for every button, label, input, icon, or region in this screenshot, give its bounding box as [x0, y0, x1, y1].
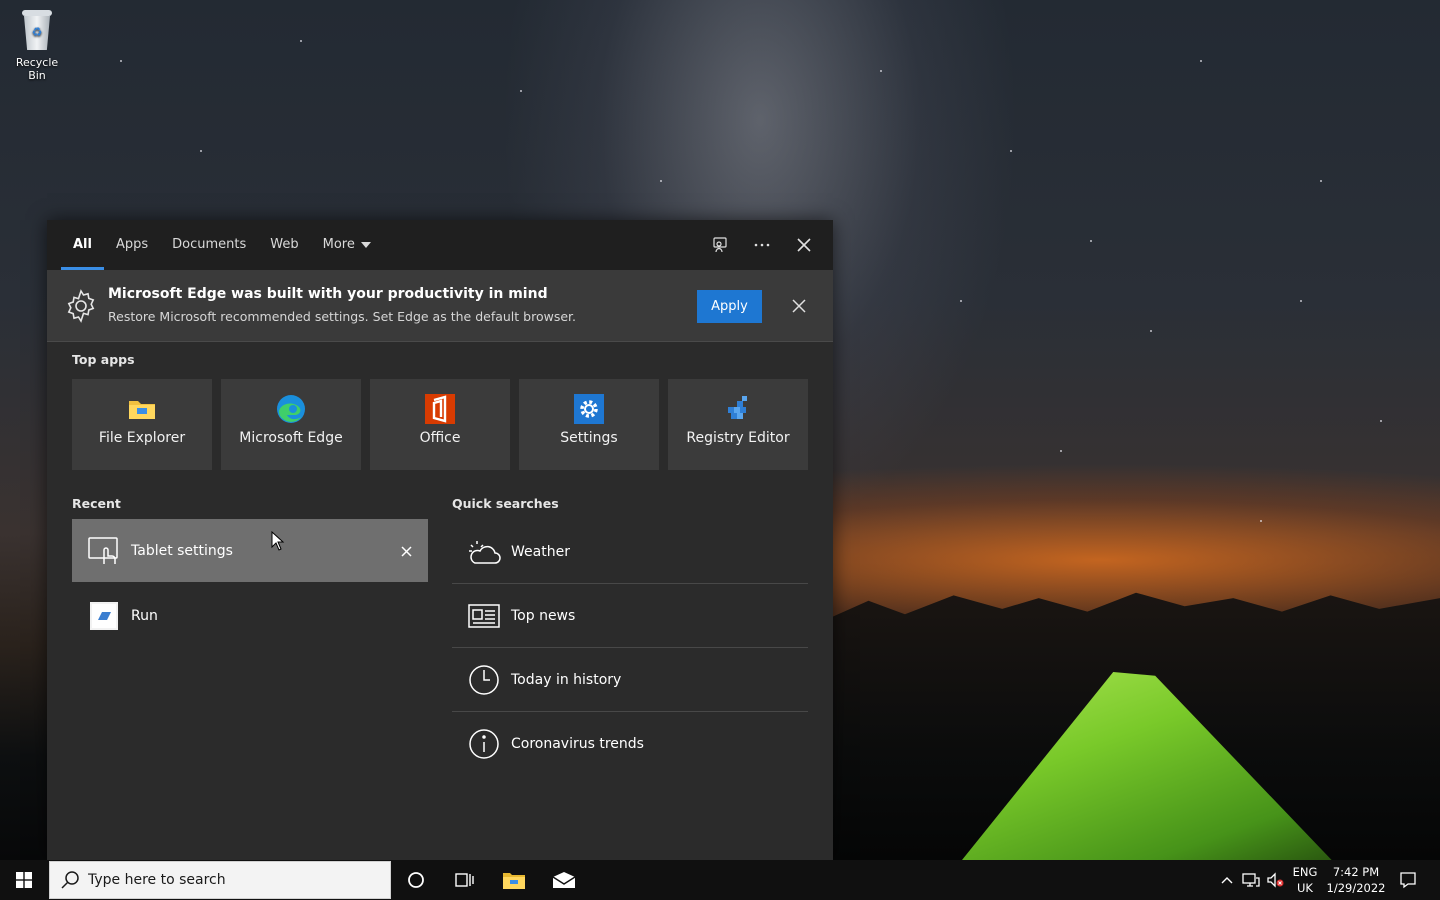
- edge-icon: [277, 395, 305, 423]
- folder-icon: [129, 401, 155, 419]
- top-apps-list: File Explorer Microsoft Edge Office Sett…: [72, 379, 808, 470]
- info-icon: [467, 727, 501, 761]
- weather-icon: [467, 535, 501, 569]
- remove-recent-button[interactable]: [396, 541, 416, 561]
- tab-label: Documents: [172, 237, 247, 252]
- app-settings[interactable]: Settings: [519, 379, 659, 470]
- recent-item-label: Tablet settings: [131, 542, 233, 559]
- close-icon: [400, 545, 412, 557]
- tab-label: More: [322, 237, 355, 252]
- banner-title: Microsoft Edge was built with your produ…: [108, 286, 548, 302]
- tab-label: Apps: [115, 237, 149, 252]
- start-button[interactable]: [0, 860, 48, 900]
- chevron-down-icon: [360, 241, 371, 248]
- recycle-bin-label: Recycle Bin: [15, 56, 59, 82]
- quick-search-weather[interactable]: Weather: [452, 520, 808, 584]
- app-microsoft-edge[interactable]: Microsoft Edge: [221, 379, 361, 470]
- quick-search-label: Today in history: [511, 671, 622, 688]
- office-icon: [425, 394, 455, 424]
- mouse-cursor-icon: [271, 531, 285, 551]
- action-center-button[interactable]: [1390, 860, 1426, 900]
- tab-more[interactable]: More: [311, 220, 383, 270]
- tab-documents[interactable]: Documents: [160, 220, 258, 270]
- taskbar: ENG UK 7:42 PM 1/29/2022: [0, 860, 1440, 900]
- tab-label: Web: [270, 237, 299, 252]
- recycle-bin-icon: ♻: [20, 8, 54, 52]
- notification-icon: [1400, 872, 1416, 889]
- banner-subtitle: Restore Microsoft recommended settings. …: [108, 309, 576, 324]
- mail-icon: [552, 872, 576, 888]
- tablet-icon: [87, 534, 121, 568]
- close-panel-button[interactable]: [787, 228, 821, 262]
- recent-item-label: Run: [131, 607, 158, 624]
- app-name: File Explorer: [98, 430, 186, 446]
- dismiss-banner-button[interactable]: [783, 290, 815, 322]
- network-button[interactable]: [1240, 860, 1262, 900]
- task-view-icon: [455, 873, 474, 887]
- tab-web[interactable]: Web: [258, 220, 310, 270]
- panel-actions: [703, 220, 821, 270]
- quick-searches-heading: Quick searches: [452, 496, 559, 511]
- quick-search-label: Weather: [511, 543, 570, 560]
- app-name: Office: [419, 430, 461, 446]
- search-tabs: All Apps Documents Web More: [47, 220, 833, 270]
- clock-time: 7:42 PM: [1332, 865, 1380, 879]
- news-icon: [467, 599, 501, 633]
- registry-icon: [728, 396, 747, 419]
- cortana-icon: [408, 872, 424, 888]
- app-name: Settings: [560, 430, 618, 446]
- top-apps-heading: Top apps: [72, 352, 135, 367]
- app-file-explorer[interactable]: File Explorer: [72, 379, 212, 470]
- chevron-up-icon: [1221, 877, 1233, 884]
- app-name: Microsoft Edge: [239, 430, 343, 446]
- app-name: Registry Editor: [686, 430, 790, 446]
- tab-label: All: [73, 237, 92, 252]
- tab-apps[interactable]: Apps: [104, 220, 160, 270]
- ellipsis-icon: [754, 243, 770, 247]
- language-code: ENG: [1292, 865, 1318, 879]
- quick-search-today-in-history[interactable]: Today in history: [452, 648, 808, 712]
- quick-search-top-news[interactable]: Top news: [452, 584, 808, 648]
- more-options-button[interactable]: [745, 228, 779, 262]
- clock-icon: [467, 663, 501, 697]
- volume-muted-icon: [1267, 872, 1284, 888]
- search-icon: [61, 871, 79, 889]
- tab-all[interactable]: All: [61, 220, 104, 270]
- clock[interactable]: 7:42 PM 1/29/2022: [1325, 864, 1387, 896]
- apply-button[interactable]: Apply: [697, 290, 762, 323]
- task-view-button[interactable]: [440, 860, 488, 900]
- app-office[interactable]: Office: [370, 379, 510, 470]
- quick-search-coronavirus-trends[interactable]: Coronavirus trends: [452, 712, 808, 776]
- edge-promo-banner: Microsoft Edge was built with your produ…: [47, 270, 833, 342]
- mail-taskbar-button[interactable]: [540, 860, 588, 900]
- recycle-bin[interactable]: ♻ Recycle Bin: [6, 8, 68, 82]
- feedback-icon: [713, 237, 727, 253]
- search-panel: All Apps Documents Web More Microsoft Ed…: [47, 220, 833, 860]
- clock-date: 1/29/2022: [1326, 881, 1386, 895]
- search-input[interactable]: [88, 872, 368, 888]
- close-icon: [797, 238, 811, 252]
- volume-button[interactable]: [1264, 860, 1286, 900]
- show-hidden-icons-button[interactable]: [1217, 860, 1237, 900]
- recent-item-run[interactable]: Run: [72, 584, 428, 647]
- language-indicator[interactable]: ENG UK: [1287, 864, 1323, 896]
- windows-logo-icon: [16, 872, 32, 888]
- quick-search-label: Top news: [511, 607, 576, 624]
- network-icon: [1242, 873, 1260, 887]
- close-icon: [792, 299, 806, 313]
- language-region: UK: [1297, 881, 1313, 895]
- file-explorer-taskbar-button[interactable]: [490, 860, 538, 900]
- run-icon: [87, 599, 121, 633]
- feedback-button[interactable]: [703, 228, 737, 262]
- recent-heading: Recent: [72, 496, 121, 511]
- app-registry-editor[interactable]: Registry Editor: [668, 379, 808, 470]
- cortana-button[interactable]: [392, 860, 440, 900]
- recent-item-tablet-settings[interactable]: Tablet settings: [72, 519, 428, 582]
- quick-search-label: Coronavirus trends: [511, 736, 644, 752]
- taskbar-search-box[interactable]: [49, 861, 391, 899]
- folder-icon: [503, 873, 525, 889]
- gear-icon: [67, 289, 95, 323]
- gear-icon: [574, 394, 604, 424]
